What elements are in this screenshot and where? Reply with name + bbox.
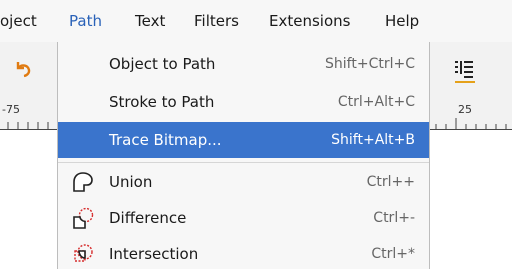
menu-item-union[interactable]: Union Ctrl++: [58, 164, 429, 200]
difference-icon: [73, 207, 94, 229]
menu-filters[interactable]: Filters: [194, 10, 239, 32]
ruler-ticks-right: [430, 118, 512, 130]
ruler-right: 25: [430, 100, 512, 130]
menu-item-object-to-path[interactable]: Object to Path Shift+Ctrl+C: [58, 46, 429, 82]
menu-item-label: Difference: [109, 209, 187, 227]
menu-help[interactable]: Help: [385, 10, 419, 32]
menu-item-shortcut: Shift+Alt+B: [331, 132, 415, 148]
menu-item-label: Intersection: [109, 245, 199, 263]
menu-item-label: Trace Bitmap...: [109, 131, 222, 149]
menu-item-shortcut: Ctrl+*: [371, 246, 415, 262]
menu-text[interactable]: Text: [135, 10, 165, 32]
menu-item-label: Union: [109, 173, 153, 191]
menu-object[interactable]: oject: [0, 10, 37, 32]
menu-item-shortcut: Ctrl+-: [373, 210, 415, 226]
ruler-number-left: -75: [2, 103, 20, 116]
ruler-number-right: 25: [458, 103, 472, 116]
path-menu-dropdown: Object to Path Shift+Ctrl+C Stroke to Pa…: [57, 42, 430, 269]
menu-item-trace-bitmap[interactable]: Trace Bitmap... Shift+Alt+B: [58, 122, 429, 158]
ruler-ticks-left: [0, 122, 57, 130]
union-icon: [73, 172, 93, 192]
menu-item-label: Object to Path: [109, 55, 216, 73]
menu-separator: [58, 162, 429, 163]
menu-item-stroke-to-path[interactable]: Stroke to Path Ctrl+Alt+C: [58, 84, 429, 120]
undo-icon[interactable]: [14, 60, 32, 78]
menu-item-shortcut: Shift+Ctrl+C: [325, 56, 415, 72]
align-accent-underline: [455, 81, 475, 83]
menu-item-label: Stroke to Path: [109, 93, 215, 111]
menu-extensions[interactable]: Extensions: [269, 10, 350, 32]
ruler-left: -75: [0, 100, 57, 130]
menu-item-intersection[interactable]: Intersection Ctrl+*: [58, 236, 429, 272]
text-align-icon[interactable]: [455, 60, 475, 80]
intersection-icon: [74, 244, 93, 262]
menu-bar: oject Path Text Filters Extensions Help: [0, 0, 512, 42]
menu-item-difference[interactable]: Difference Ctrl+-: [58, 200, 429, 236]
menu-item-shortcut: Ctrl+Alt+C: [337, 94, 415, 110]
menu-item-shortcut: Ctrl++: [366, 174, 415, 190]
menu-path[interactable]: Path: [69, 10, 102, 32]
